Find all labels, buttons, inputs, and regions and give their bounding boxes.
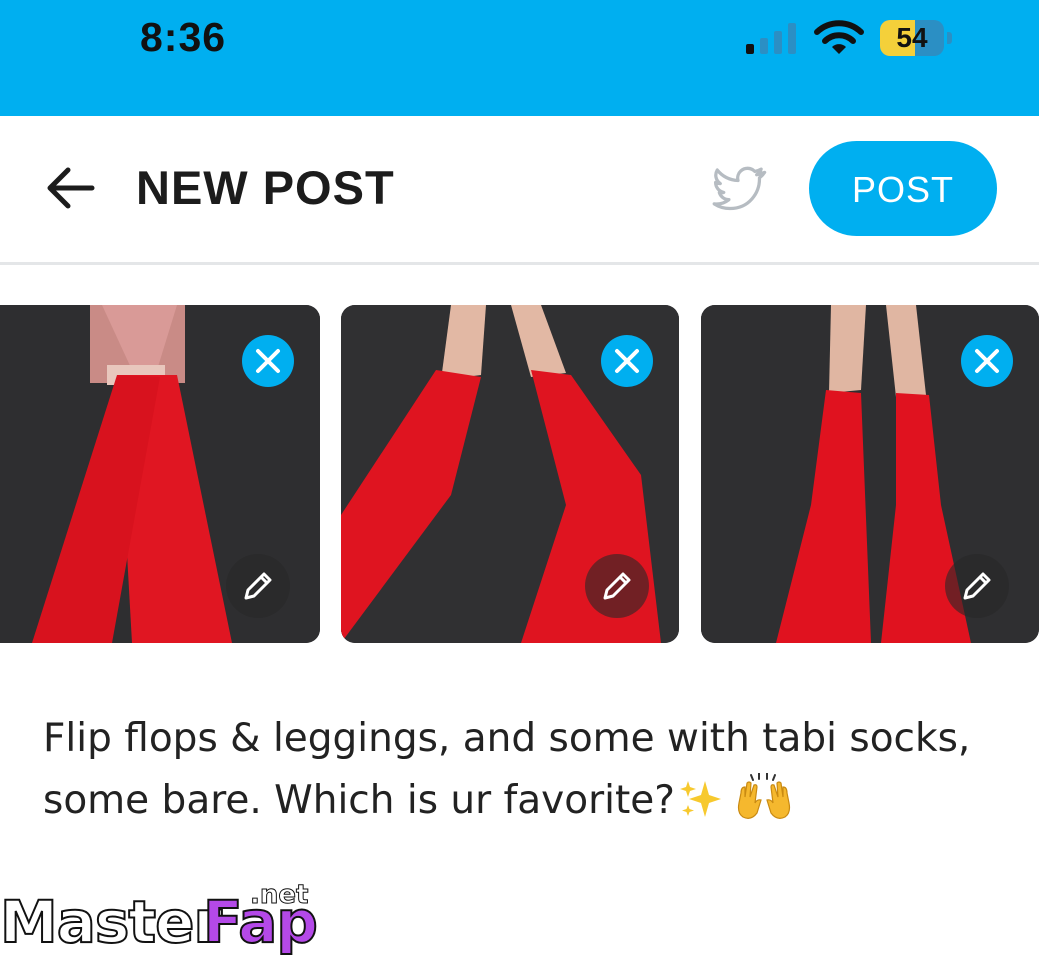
back-button[interactable] bbox=[44, 166, 96, 210]
caption-emojis bbox=[679, 772, 793, 840]
remove-media-button[interactable] bbox=[961, 335, 1013, 387]
remove-media-button[interactable] bbox=[601, 335, 653, 387]
watermark-part1: Master bbox=[0, 887, 223, 957]
remove-media-button[interactable] bbox=[242, 335, 294, 387]
app-header: NEW POST POST bbox=[0, 116, 1039, 265]
status-time: 8:36 bbox=[140, 14, 227, 60]
raising-hands-emoji bbox=[738, 772, 791, 819]
twitter-toggle-button[interactable] bbox=[706, 160, 770, 216]
battery-icon: 54 bbox=[880, 20, 952, 56]
caption-text: Flip flops & leggings, and some with tab… bbox=[43, 716, 971, 823]
media-thumbnail-3[interactable] bbox=[701, 305, 1039, 643]
signal-icon bbox=[746, 23, 796, 54]
post-caption-field[interactable]: Flip flops & leggings, and some with tab… bbox=[43, 708, 1003, 840]
edit-media-button[interactable] bbox=[226, 554, 290, 618]
arrow-left-icon bbox=[47, 167, 95, 209]
close-icon bbox=[256, 349, 280, 373]
media-thumbnail-1[interactable] bbox=[0, 305, 320, 643]
pencil-icon bbox=[963, 572, 991, 600]
sparkles-emoji bbox=[679, 781, 721, 817]
close-icon bbox=[615, 349, 639, 373]
twitter-bird-icon bbox=[712, 166, 767, 211]
close-icon bbox=[975, 349, 999, 373]
battery-percent: 54 bbox=[896, 22, 928, 53]
pencil-icon bbox=[244, 572, 272, 600]
edit-media-button[interactable] bbox=[585, 554, 649, 618]
edit-media-button[interactable] bbox=[945, 554, 1009, 618]
page-title: NEW POST bbox=[136, 161, 395, 214]
watermark-suffix: .net bbox=[249, 880, 309, 911]
status-bar: 8:36 54 bbox=[0, 0, 1039, 116]
wifi-icon bbox=[814, 20, 864, 54]
watermark-logo: Master Fap .net bbox=[0, 880, 320, 960]
media-thumbnail-2[interactable] bbox=[341, 305, 679, 643]
pencil-icon bbox=[603, 572, 631, 600]
post-button[interactable]: POST bbox=[809, 141, 997, 236]
